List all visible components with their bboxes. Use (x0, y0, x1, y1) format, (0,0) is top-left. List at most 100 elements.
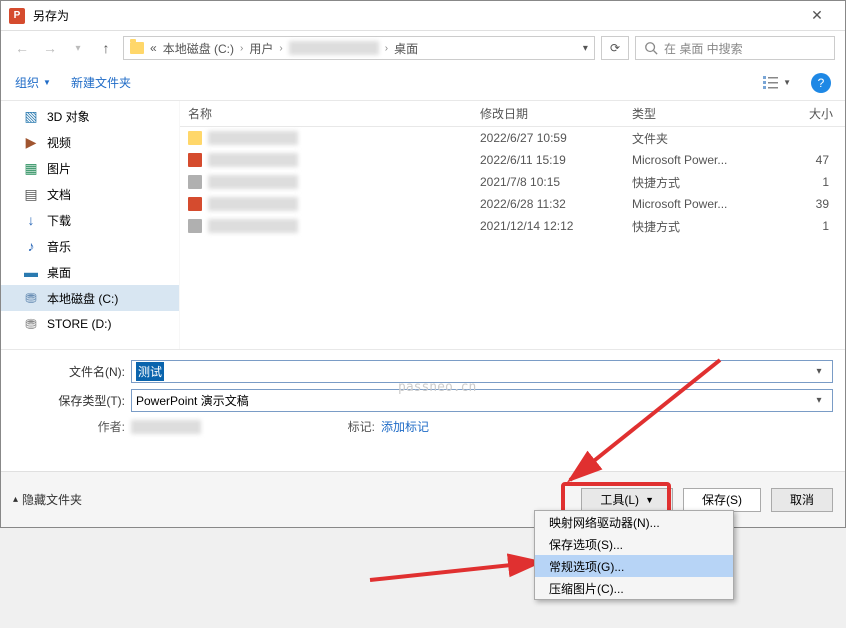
add-tags-link[interactable]: 添加标记 (381, 418, 429, 435)
file-area: 名称 修改日期 类型 大小 2022/6/27 10:59文件夹2022/6/1… (179, 101, 845, 349)
file-icon (188, 197, 202, 211)
dropdown-icon[interactable]: ▾ (810, 395, 828, 406)
savetype-combo[interactable]: PowerPoint 演示文稿 ▾ (131, 389, 833, 412)
file-list: 2022/6/27 10:59文件夹2022/6/11 15:19Microso… (180, 127, 845, 349)
sidebar-item-3d[interactable]: ▧3D 对象 (1, 103, 179, 129)
3d-icon: ▧ (23, 108, 39, 124)
search-placeholder: 在 桌面 中搜索 (664, 40, 743, 57)
crumb-cdrive[interactable]: 本地磁盘 (C:) (163, 40, 234, 57)
author-label: 作者: (13, 418, 131, 435)
file-icon (188, 175, 202, 189)
filename-input[interactable]: 测试 ▾ (131, 360, 833, 383)
video-icon: ▶ (23, 134, 39, 150)
chevron-right-icon: › (240, 43, 243, 54)
sidebar-item-cdrive[interactable]: ⛃本地磁盘 (C:) (1, 285, 179, 311)
close-button[interactable]: ✕ (797, 7, 837, 24)
tags-label: 标记: (321, 418, 381, 435)
filename-value: 测试 (136, 362, 164, 381)
file-name (208, 219, 298, 233)
file-row[interactable]: 2021/12/14 12:12快捷方式1 (180, 215, 845, 237)
menu-item[interactable]: 常规选项(G)... (535, 555, 733, 577)
file-type: 文件夹 (632, 130, 772, 147)
up-button[interactable]: ↑ (95, 37, 117, 59)
sidebar-item-music[interactable]: ♪音乐 (1, 233, 179, 259)
file-date: 2021/12/14 12:12 (480, 219, 632, 233)
title-bar: P 另存为 ✕ (1, 1, 845, 31)
forward-button[interactable]: → (39, 37, 61, 59)
author-value[interactable] (131, 420, 201, 434)
tools-menu: 映射网络驱动器(N)...保存选项(S)...常规选项(G)...压缩图片(C)… (534, 510, 734, 600)
file-type: Microsoft Power... (632, 153, 772, 167)
menu-item[interactable]: 保存选项(S)... (535, 533, 733, 555)
toolbar: 组织▼ 新建文件夹 ▼ ? (1, 65, 845, 101)
documents-icon: ▤ (23, 186, 39, 202)
file-size: 1 (772, 219, 845, 233)
crumb-user[interactable] (289, 41, 379, 55)
file-row[interactable]: 2022/6/28 11:32Microsoft Power...39 (180, 193, 845, 215)
col-name[interactable]: 名称 (180, 105, 480, 122)
body-area: ▧3D 对象 ▶视频 ▦图片 ▤文档 ↓下载 ♪音乐 ▬桌面 ⛃本地磁盘 (C:… (1, 101, 845, 349)
chevron-right-icon: › (385, 43, 388, 54)
file-date: 2022/6/27 10:59 (480, 131, 632, 145)
sidebar-item-pictures[interactable]: ▦图片 (1, 155, 179, 181)
recent-dropdown[interactable]: ▾ (67, 37, 89, 59)
crumb-prefix[interactable]: « (150, 41, 157, 55)
sidebar-item-desktop[interactable]: ▬桌面 (1, 259, 179, 285)
col-date[interactable]: 修改日期 (480, 105, 632, 122)
back-button[interactable]: ← (11, 37, 33, 59)
file-name (208, 197, 298, 211)
file-date: 2022/6/28 11:32 (480, 197, 632, 211)
downloads-icon: ↓ (23, 212, 39, 228)
search-input[interactable]: 在 桌面 中搜索 (635, 36, 835, 60)
pictures-icon: ▦ (23, 160, 39, 176)
menu-item[interactable]: 映射网络驱动器(N)... (535, 511, 733, 533)
crumb-desktop[interactable]: 桌面 (394, 40, 418, 57)
col-type[interactable]: 类型 (632, 105, 772, 122)
view-mode-button[interactable]: ▼ (763, 76, 791, 90)
help-button[interactable]: ? (811, 73, 831, 93)
file-size: 1 (772, 175, 845, 189)
address-dropdown[interactable]: ▾ (583, 43, 588, 54)
crumb-users[interactable]: 用户 (249, 40, 273, 57)
sidebar: ▧3D 对象 ▶视频 ▦图片 ▤文档 ↓下载 ♪音乐 ▬桌面 ⛃本地磁盘 (C:… (1, 101, 179, 349)
file-header: 名称 修改日期 类型 大小 (180, 101, 845, 127)
file-icon (188, 153, 202, 167)
file-type: Microsoft Power... (632, 197, 772, 211)
drive-icon: ⛃ (23, 290, 39, 306)
filename-label: 文件名(N): (13, 363, 131, 380)
cancel-button[interactable]: 取消 (771, 488, 833, 512)
sidebar-item-downloads[interactable]: ↓下载 (1, 207, 179, 233)
powerpoint-icon: P (9, 8, 25, 24)
tools-button[interactable]: 工具(L)▼ (581, 488, 673, 512)
hide-folders-button[interactable]: ▴隐藏文件夹 (13, 491, 82, 508)
sidebar-item-ddrive[interactable]: ⛃STORE (D:) (1, 311, 179, 337)
file-type: 快捷方式 (632, 218, 772, 235)
file-name (208, 175, 298, 189)
file-row[interactable]: 2022/6/11 15:19Microsoft Power...47 (180, 149, 845, 171)
col-size[interactable]: 大小 (772, 105, 845, 122)
file-name (208, 131, 298, 145)
file-date: 2021/7/8 10:15 (480, 175, 632, 189)
file-size: 47 (772, 153, 845, 167)
file-icon (188, 219, 202, 233)
file-row[interactable]: 2021/7/8 10:15快捷方式1 (180, 171, 845, 193)
drive-icon: ⛃ (23, 316, 39, 332)
dropdown-icon[interactable]: ▾ (810, 366, 828, 377)
organize-button[interactable]: 组织▼ (15, 74, 51, 91)
desktop-icon: ▬ (23, 264, 39, 280)
file-icon (188, 131, 202, 145)
menu-item[interactable]: 压缩图片(C)... (535, 577, 733, 599)
annotation-arrow (360, 540, 560, 590)
save-as-dialog: P 另存为 ✕ ← → ▾ ↑ « 本地磁盘 (C:) › 用户 › › 桌面 … (0, 0, 846, 528)
new-folder-button[interactable]: 新建文件夹 (71, 74, 131, 91)
refresh-button[interactable]: ⟳ (601, 36, 629, 60)
save-button[interactable]: 保存(S) (683, 488, 761, 512)
sidebar-item-video[interactable]: ▶视频 (1, 129, 179, 155)
sidebar-item-documents[interactable]: ▤文档 (1, 181, 179, 207)
file-row[interactable]: 2022/6/27 10:59文件夹 (180, 127, 845, 149)
address-bar[interactable]: « 本地磁盘 (C:) › 用户 › › 桌面 ▾ (123, 36, 595, 60)
nav-row: ← → ▾ ↑ « 本地磁盘 (C:) › 用户 › › 桌面 ▾ ⟳ 在 桌面… (1, 31, 845, 65)
search-icon (644, 41, 658, 55)
form-area: 文件名(N): 测试 ▾ 保存类型(T): PowerPoint 演示文稿 ▾ … (1, 349, 845, 439)
window-title: 另存为 (33, 7, 797, 24)
